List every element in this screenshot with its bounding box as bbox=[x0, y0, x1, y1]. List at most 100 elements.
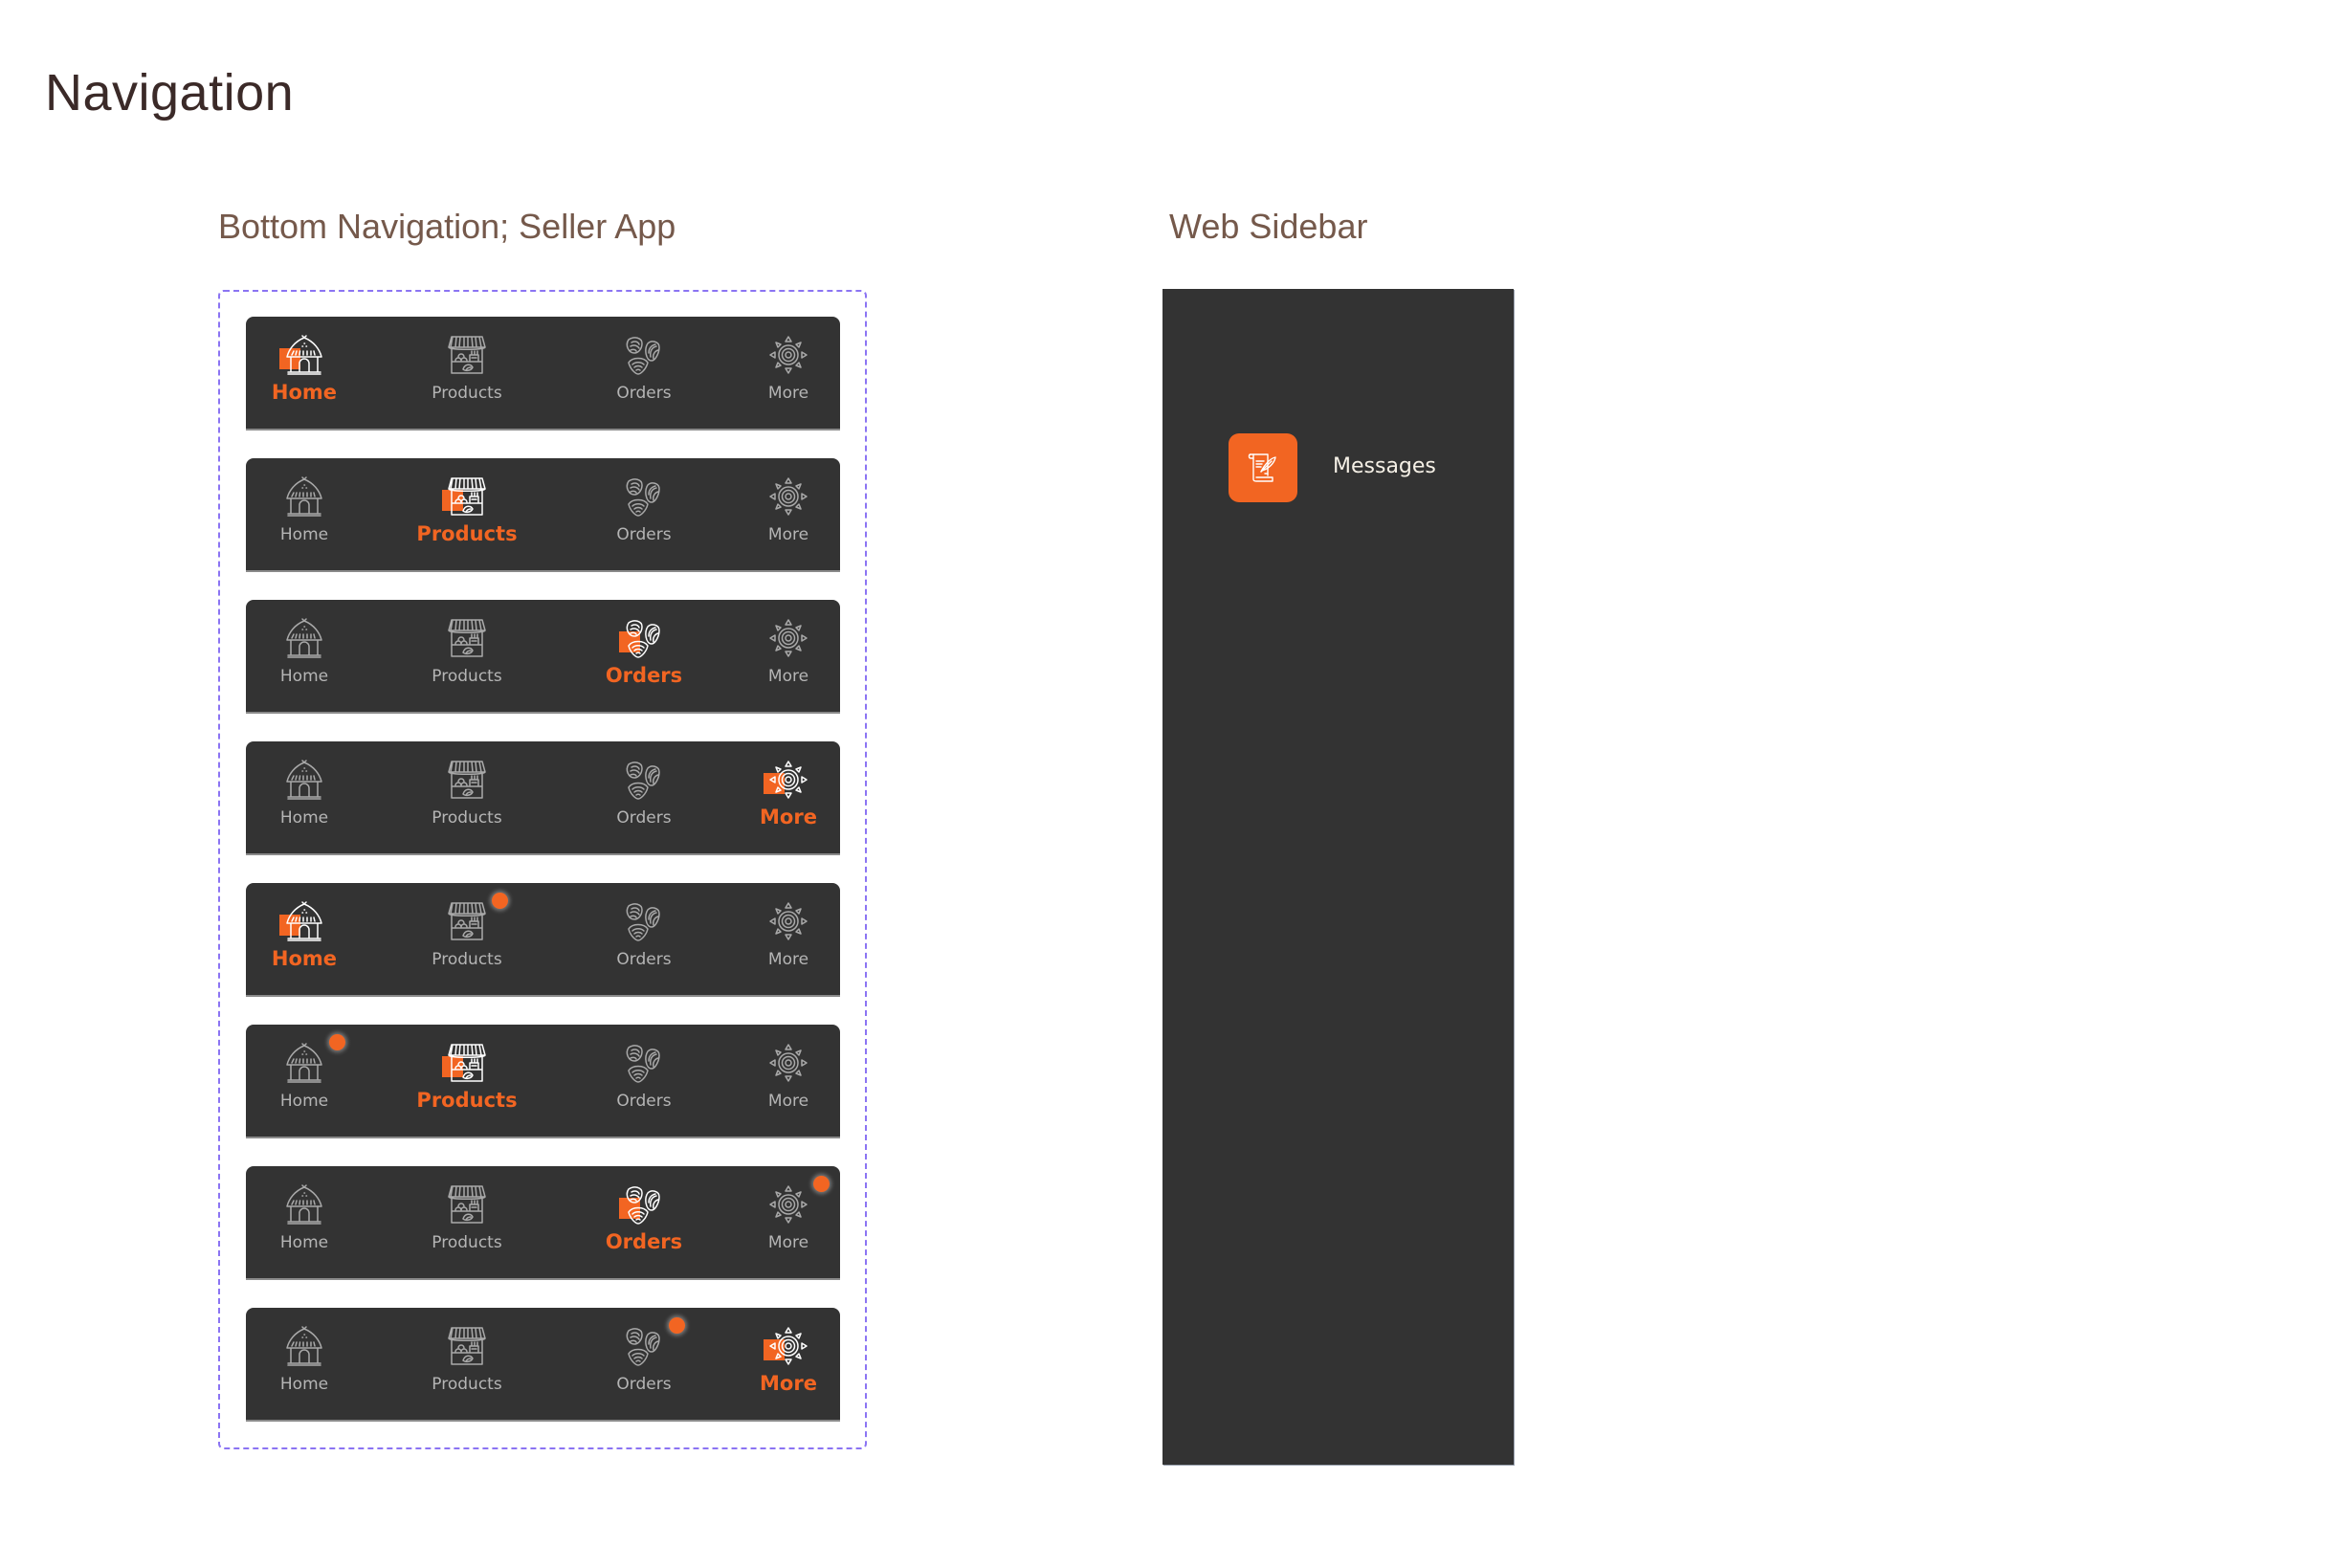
bottom-nav-bar: Home Products Orders More bbox=[246, 1308, 840, 1420]
market-stall-icon bbox=[446, 1325, 488, 1367]
sidebar-item-icon-box bbox=[1229, 433, 1297, 502]
sun-icon bbox=[767, 617, 809, 659]
sun-icon bbox=[764, 1325, 809, 1367]
nav-item-label: Home bbox=[271, 947, 338, 970]
web-sidebar-section-title: Web Sidebar bbox=[1169, 207, 1368, 246]
nav-item-label: Products bbox=[416, 1089, 518, 1112]
shells-icon bbox=[619, 1183, 665, 1226]
hut-icon bbox=[283, 759, 325, 801]
nav-item-label: Products bbox=[432, 808, 502, 828]
nav-item-more[interactable]: More bbox=[717, 600, 860, 712]
nav-item-label: Products bbox=[432, 667, 502, 686]
nav-item-label: More bbox=[767, 950, 809, 969]
market-stall-icon bbox=[442, 475, 488, 518]
nav-item-orders[interactable]: Orders bbox=[572, 741, 716, 853]
nav-item-label: Home bbox=[279, 525, 329, 544]
nav-item-products[interactable]: Products bbox=[395, 1166, 539, 1278]
nav-item-products[interactable]: Products bbox=[395, 1308, 539, 1420]
page-title: Navigation bbox=[45, 64, 295, 121]
bottom-nav-bar: Home Products Orders More bbox=[246, 1166, 840, 1278]
hut-icon bbox=[279, 334, 325, 376]
notification-badge bbox=[813, 1176, 830, 1192]
bottom-nav-bar: Home Products Orders More bbox=[246, 317, 840, 429]
shells-icon bbox=[623, 900, 665, 942]
shells-icon bbox=[623, 334, 665, 376]
nav-item-more[interactable]: More bbox=[717, 317, 860, 429]
nav-item-orders[interactable]: Orders bbox=[572, 1025, 716, 1137]
nav-item-label: Orders bbox=[616, 384, 672, 403]
hut-icon bbox=[279, 900, 325, 942]
nav-item-orders[interactable]: Orders bbox=[572, 458, 716, 570]
nav-item-home[interactable]: Home bbox=[232, 741, 376, 853]
nav-item-home[interactable]: Home bbox=[232, 317, 376, 429]
notification-badge bbox=[492, 893, 508, 909]
nav-item-orders[interactable]: Orders bbox=[572, 1166, 716, 1278]
nav-item-orders[interactable]: Orders bbox=[572, 883, 716, 995]
sun-icon bbox=[767, 334, 809, 376]
nav-item-home[interactable]: Home bbox=[232, 600, 376, 712]
scroll-quill-icon bbox=[1248, 453, 1276, 482]
market-stall-icon bbox=[446, 759, 488, 801]
nav-item-label: More bbox=[760, 1372, 817, 1395]
market-stall-icon bbox=[446, 617, 488, 659]
notification-badge bbox=[329, 1034, 345, 1050]
nav-item-more[interactable]: More bbox=[717, 458, 860, 570]
nav-item-label: Products bbox=[416, 522, 518, 545]
nav-item-orders[interactable]: Orders bbox=[572, 600, 716, 712]
nav-item-label: More bbox=[767, 1092, 809, 1111]
sun-icon bbox=[767, 475, 809, 518]
nav-item-label: Orders bbox=[616, 1092, 672, 1111]
nav-item-label: Home bbox=[279, 808, 329, 828]
sun-icon bbox=[767, 900, 809, 942]
web-sidebar: Messages bbox=[1162, 289, 1514, 1465]
bottom-nav-bar: Home Products Orders More bbox=[246, 883, 840, 995]
nav-item-more[interactable]: More bbox=[717, 1166, 860, 1278]
sun-icon bbox=[767, 1042, 809, 1084]
nav-item-label: Orders bbox=[616, 1375, 672, 1394]
sun-icon bbox=[764, 759, 809, 801]
nav-item-products[interactable]: Products bbox=[395, 741, 539, 853]
market-stall-icon bbox=[446, 900, 488, 942]
nav-item-orders[interactable]: Orders bbox=[572, 1308, 716, 1420]
nav-item-products[interactable]: Products bbox=[395, 317, 539, 429]
bottom-nav-bar: Home Products Orders More bbox=[246, 600, 840, 712]
sidebar-item-messages[interactable]: Messages bbox=[1229, 433, 1477, 502]
nav-item-more[interactable]: More bbox=[717, 741, 860, 853]
nav-item-home[interactable]: Home bbox=[232, 458, 376, 570]
nav-item-products[interactable]: Products bbox=[395, 1025, 539, 1137]
nav-item-label: Home bbox=[279, 1375, 329, 1394]
nav-item-more[interactable]: More bbox=[717, 883, 860, 995]
nav-item-more[interactable]: More bbox=[717, 1308, 860, 1420]
shells-icon bbox=[623, 1042, 665, 1084]
nav-item-label: More bbox=[767, 667, 809, 686]
nav-item-home[interactable]: Home bbox=[232, 1308, 376, 1420]
nav-item-label: Products bbox=[432, 1233, 502, 1252]
bottom-nav-section-title: Bottom Navigation; Seller App bbox=[218, 207, 676, 246]
hut-icon bbox=[283, 617, 325, 659]
nav-item-label: Home bbox=[279, 1233, 329, 1252]
hut-icon bbox=[283, 1325, 325, 1367]
nav-item-orders[interactable]: Orders bbox=[572, 317, 716, 429]
nav-item-home[interactable]: Home bbox=[232, 1025, 376, 1137]
nav-item-label: More bbox=[767, 1233, 809, 1252]
notification-badge bbox=[669, 1317, 685, 1334]
nav-item-label: Home bbox=[271, 381, 338, 404]
hut-icon bbox=[283, 475, 325, 518]
nav-item-products[interactable]: Products bbox=[395, 458, 539, 570]
sidebar-item-label: Messages bbox=[1333, 454, 1436, 478]
nav-item-more[interactable]: More bbox=[717, 1025, 860, 1137]
nav-item-home[interactable]: Home bbox=[232, 883, 376, 995]
nav-item-label: More bbox=[767, 384, 809, 403]
shells-icon bbox=[623, 1325, 665, 1367]
nav-item-label: More bbox=[760, 806, 817, 828]
nav-item-label: Products bbox=[432, 384, 502, 403]
market-stall-icon bbox=[446, 1183, 488, 1226]
shells-icon bbox=[619, 617, 665, 659]
shells-icon bbox=[623, 475, 665, 518]
nav-item-products[interactable]: Products bbox=[395, 883, 539, 995]
hut-icon bbox=[283, 1042, 325, 1084]
nav-item-label: Orders bbox=[616, 808, 672, 828]
bottom-nav-bar: Home Products Orders More bbox=[246, 741, 840, 853]
nav-item-products[interactable]: Products bbox=[395, 600, 539, 712]
nav-item-home[interactable]: Home bbox=[232, 1166, 376, 1278]
